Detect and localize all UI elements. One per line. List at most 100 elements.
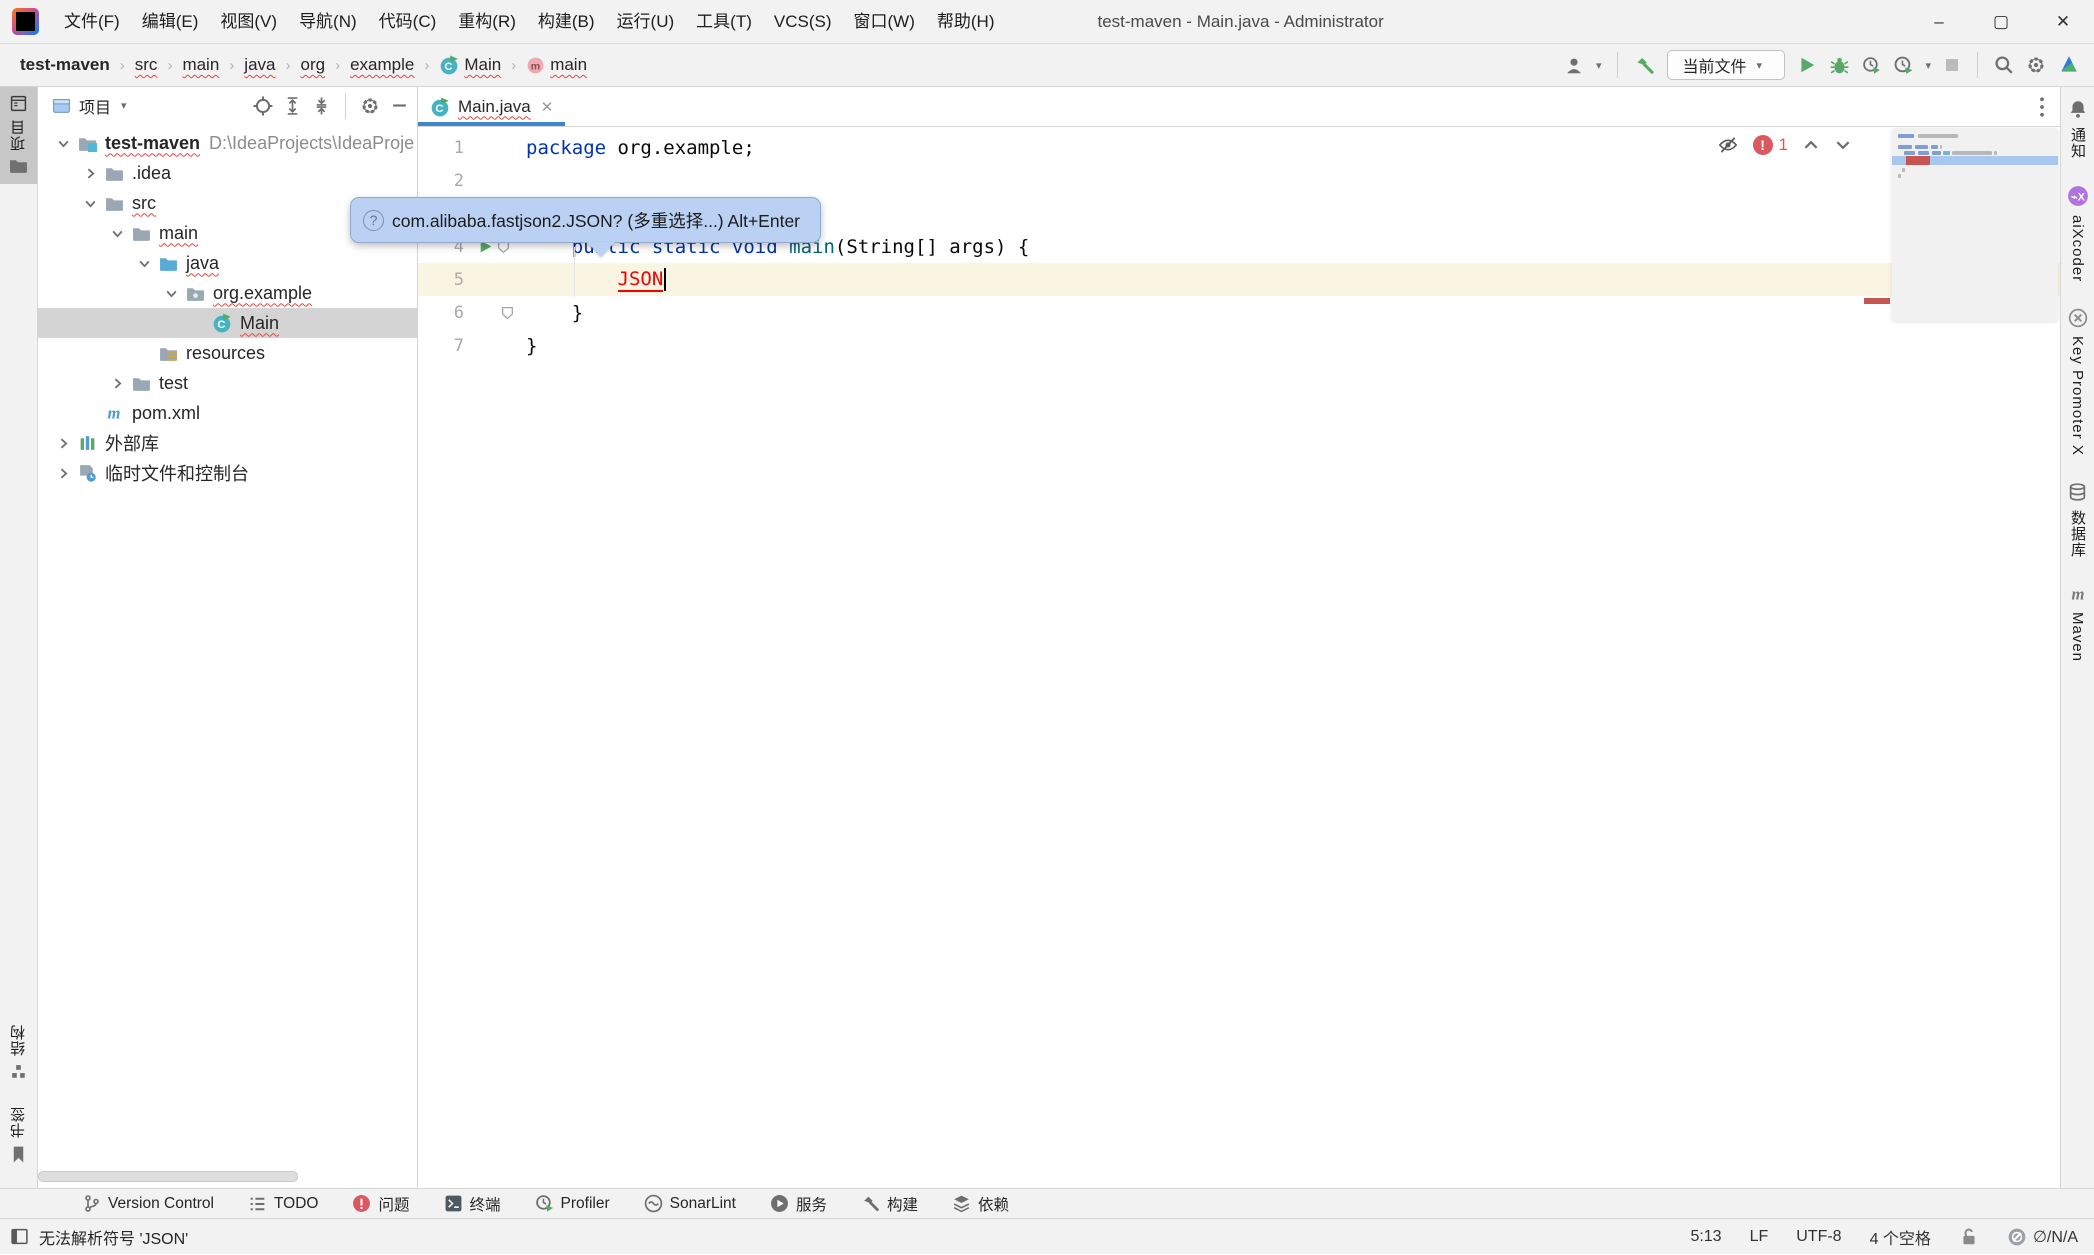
menu-item-6[interactable]: 构建(B) [527, 0, 606, 43]
menu-item-4[interactable]: 代码(C) [368, 0, 448, 43]
sidebar-item-Key Promoter X[interactable]: Key Promoter X [2068, 308, 2088, 456]
tree-chevron-down-icon[interactable] [52, 136, 74, 151]
menu-item-5[interactable]: 重构(R) [447, 0, 527, 43]
indent-setting[interactable]: 4 个空格 [1870, 1225, 1931, 1249]
menu-item-11[interactable]: 帮助(H) [926, 0, 1006, 43]
breadcrumb-item-org[interactable]: org [300, 55, 325, 75]
bottom-tab-依赖[interactable]: 依赖 [935, 1189, 1026, 1218]
breadcrumb-item-Main[interactable]: CMain [439, 55, 501, 75]
breadcrumb-item-main[interactable]: main [182, 55, 219, 75]
code-line-5[interactable]: 5 JSON [418, 263, 2060, 296]
menu-item-7[interactable]: 运行(U) [606, 0, 686, 43]
fold-marker-icon[interactable] [476, 296, 520, 329]
hide-panel-icon[interactable] [390, 96, 409, 115]
bottom-tab-终端[interactable]: 终端 [427, 1189, 518, 1218]
project-panel-title[interactable]: 项目 [79, 94, 111, 118]
import-suggestion-tooltip[interactable]: ? com.alibaba.fastjson2.JSON? (多重选择...) … [350, 197, 821, 243]
plugin-logo-icon[interactable] [2058, 54, 2080, 76]
locate-file-icon[interactable] [253, 96, 273, 116]
breadcrumb-item-java[interactable]: java [244, 55, 275, 75]
vcs-dropdown-icon[interactable]: ▾ [1596, 59, 1602, 72]
tree-item-临时文件和控制台[interactable]: 临时文件和控制台 [38, 458, 417, 488]
bottom-tab-Version Control[interactable]: Version Control [66, 1189, 231, 1218]
bottom-tab-TODO[interactable]: TODO [231, 1189, 336, 1218]
line-ending[interactable]: LF [1750, 1228, 1769, 1246]
vcs-user-icon[interactable] [1564, 56, 1584, 75]
breadcrumb-item-example[interactable]: example [350, 55, 414, 75]
tree-item-org.example[interactable]: org.example [38, 278, 417, 308]
settings-gear-icon[interactable] [2026, 55, 2046, 75]
tree-item-Main[interactable]: CMain [38, 308, 417, 338]
tree-chevron-right-icon[interactable] [79, 166, 101, 181]
tree-chevron-down-icon[interactable] [133, 256, 155, 271]
bottom-tab-Profiler[interactable]: Profiler [518, 1189, 627, 1218]
tree-item-resources[interactable]: resources [38, 338, 417, 368]
tab-options-menu[interactable] [2038, 87, 2060, 126]
code-line-2[interactable]: 2 [418, 164, 2060, 197]
sidebar-item-project[interactable]: 项目 [0, 87, 37, 184]
minimize-button[interactable]: – [1908, 0, 1970, 43]
tab-main-java[interactable]: C Main.java ✕ [418, 87, 565, 126]
code-line-6[interactable]: 6 } [418, 296, 2060, 329]
highlighting-eye-off-icon[interactable] [1717, 135, 1739, 155]
close-button[interactable]: ✕ [2032, 0, 2094, 43]
build-hammer-icon[interactable] [1634, 55, 1655, 76]
breadcrumb-item-test-maven[interactable]: test-maven [20, 55, 110, 75]
tree-chevron-down-icon[interactable] [160, 286, 182, 301]
breadcrumb-item-src[interactable]: src [135, 55, 158, 75]
menu-item-9[interactable]: VCS(S) [763, 0, 843, 43]
sidebar-item-bookmarks[interactable]: 书签 [8, 1098, 29, 1174]
tree-item-pom.xml[interactable]: mpom.xml [38, 398, 417, 428]
error-stripe-mark[interactable] [1864, 298, 1890, 304]
next-error-chevron-down-icon[interactable] [1834, 137, 1852, 153]
coverage-dropdown-icon[interactable]: ▾ [1925, 59, 1931, 72]
run-configuration-select[interactable]: 当前文件 ▾ [1667, 50, 1785, 80]
tree-item-外部库[interactable]: 外部库 [38, 428, 417, 458]
file-encoding[interactable]: UTF-8 [1796, 1228, 1841, 1246]
bottom-tab-SonarLint[interactable]: SonarLint [627, 1189, 753, 1218]
sidebar-item-Maven[interactable]: mMaven [2068, 584, 2088, 662]
tree-item-java[interactable]: java [38, 248, 417, 278]
tool-window-toggle-icon[interactable] [10, 1227, 29, 1246]
menu-item-1[interactable]: 编辑(E) [131, 0, 210, 43]
coverage-button-icon[interactable] [1893, 55, 1913, 75]
tab-close-icon[interactable]: ✕ [541, 98, 554, 116]
collapse-all-icon[interactable] [312, 96, 331, 116]
menu-item-3[interactable]: 导航(N) [288, 0, 368, 43]
debug-button-icon[interactable] [1829, 55, 1850, 75]
tree-chevron-right-icon[interactable] [106, 376, 128, 391]
menu-item-2[interactable]: 视图(V) [209, 0, 288, 43]
caret-position[interactable]: 5:13 [1690, 1228, 1721, 1246]
tree-chevron-right-icon[interactable] [52, 436, 74, 451]
panel-settings-gear-icon[interactable] [360, 96, 380, 116]
run-button-icon[interactable] [1797, 55, 1817, 75]
error-badge-icon[interactable]: ! [1753, 135, 1773, 155]
horizontal-scrollbar[interactable] [38, 1171, 298, 1182]
menu-item-8[interactable]: 工具(T) [685, 0, 763, 43]
sidebar-item-通知[interactable]: 通知 [2067, 99, 2088, 159]
tree-item-test[interactable]: test [38, 368, 417, 398]
tree-chevron-right-icon[interactable] [52, 466, 74, 481]
sidebar-item-数据库[interactable]: 数据库 [2067, 482, 2088, 558]
code-minimap[interactable] [1892, 128, 2058, 321]
maximize-button[interactable]: ▢ [1970, 0, 2032, 43]
sidebar-item-structure[interactable]: 结构 [8, 1016, 29, 1090]
search-everywhere-icon[interactable] [1994, 55, 2014, 75]
bottom-tab-构建[interactable]: 构建 [844, 1189, 935, 1218]
bottom-tab-服务[interactable]: 服务 [753, 1189, 844, 1218]
unlocked-padlock-icon[interactable] [1959, 1227, 1979, 1247]
bottom-tab-问题[interactable]: 问题 [335, 1189, 426, 1218]
code-editor[interactable]: 1package org.example;23public class Main… [418, 127, 2060, 1188]
menu-item-0[interactable]: 文件(F) [53, 0, 131, 43]
profiler-button-icon[interactable] [1862, 56, 1881, 75]
tree-chevron-down-icon[interactable] [79, 196, 101, 211]
breadcrumb-item-main[interactable]: mmain [526, 55, 587, 75]
tree-chevron-down-icon[interactable] [106, 226, 128, 241]
expand-all-icon[interactable] [283, 96, 302, 116]
highlight-level[interactable]: ∅/N/A [2007, 1227, 2078, 1247]
previous-error-chevron-up-icon[interactable] [1802, 137, 1820, 153]
tree-item-test-maven[interactable]: test-mavenD:\IdeaProjects\IdeaProje [38, 128, 417, 158]
menu-item-10[interactable]: 窗口(W) [843, 0, 926, 43]
code-line-7[interactable]: 7} [418, 329, 2060, 362]
chevron-down-icon[interactable]: ▾ [121, 99, 127, 112]
